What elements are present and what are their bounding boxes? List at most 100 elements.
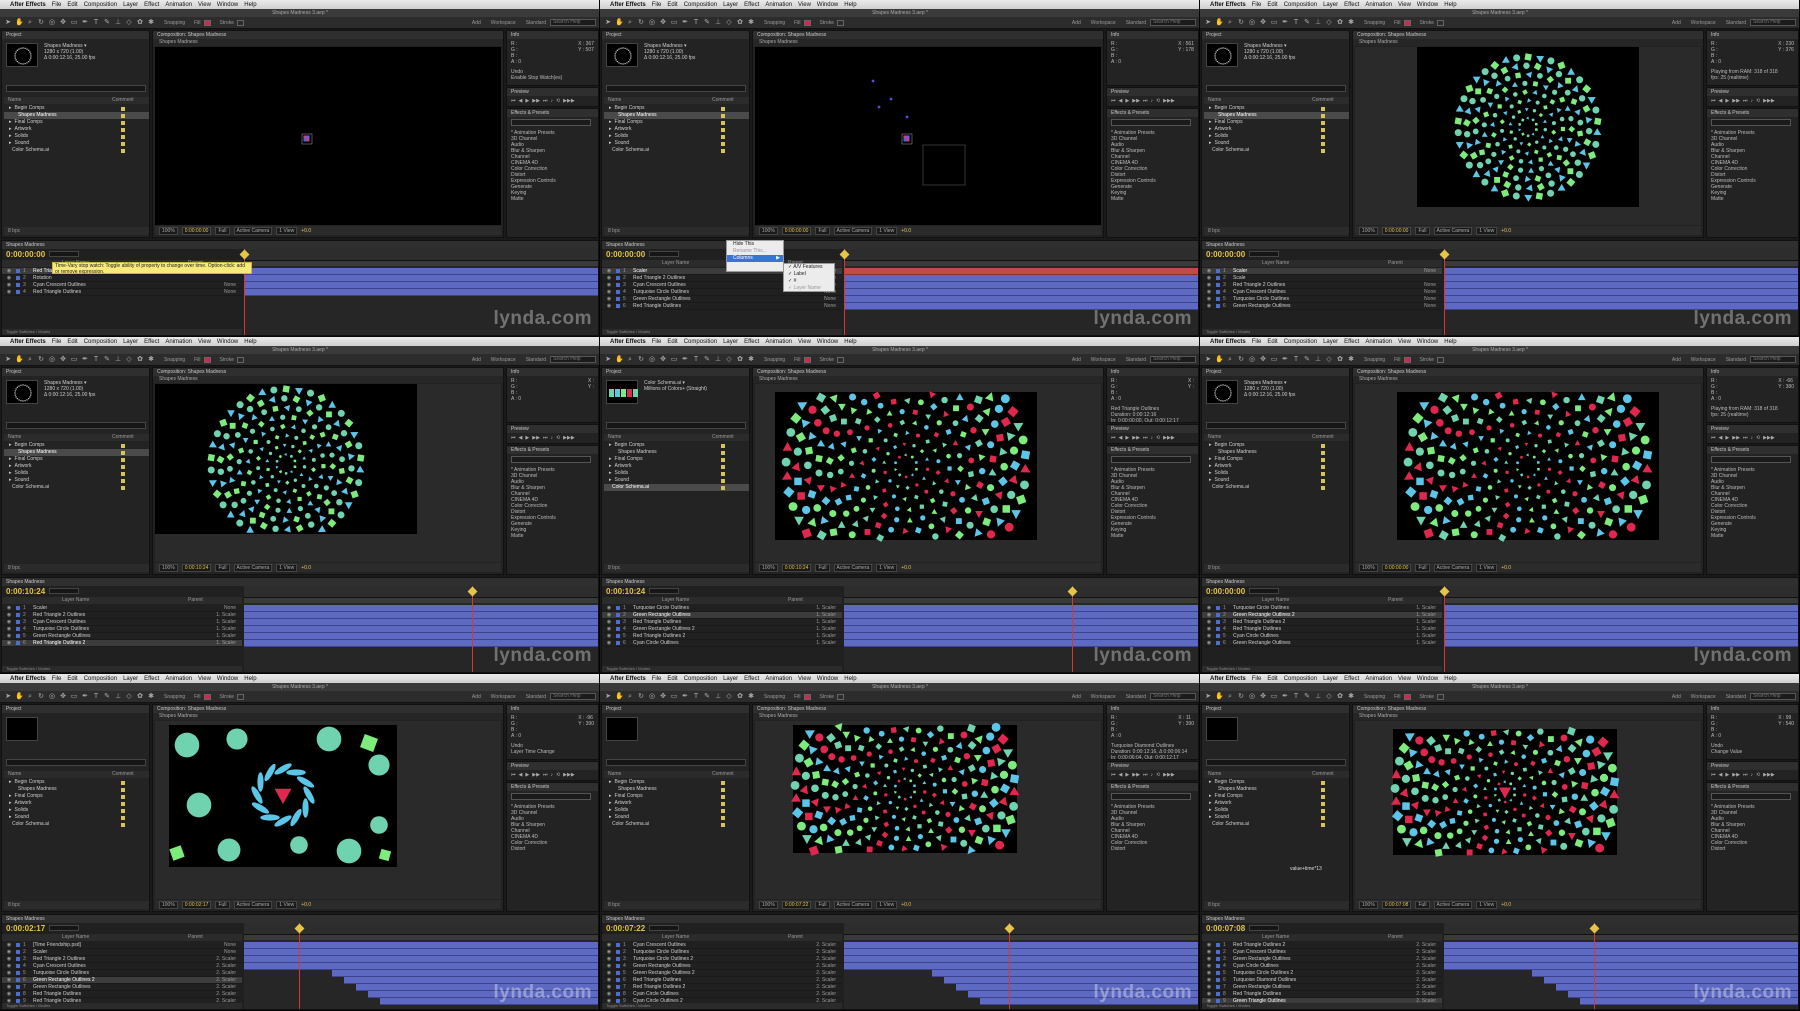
timeline-search-input[interactable] [49,925,80,931]
menu-edit[interactable]: Edit [67,676,77,682]
menu-animation[interactable]: Animation [1365,2,1392,8]
add-label[interactable]: Add [1072,20,1081,26]
audio-icon[interactable]: ♪ [1750,98,1753,104]
project-item[interactable]: Color Schema.ai [4,821,149,828]
composition-tab[interactable]: Composition: Shapes Madness [1353,368,1703,376]
camera-select[interactable]: Active Camera [233,226,273,235]
last-frame-icon[interactable]: ⏭ [1743,772,1748,778]
composition-viewer[interactable] [755,47,1101,225]
parent-select[interactable]: 2. Scaler [816,970,842,976]
timeline-layer-row[interactable]: ◉ 4 Cyan Crescent Outlines None [1202,289,1442,296]
layer-label-color[interactable] [616,992,620,996]
visibility-eye-icon[interactable]: ◉ [1202,275,1216,281]
visibility-eye-icon[interactable]: ◉ [1202,612,1216,618]
current-time-indicator[interactable] [299,923,300,1009]
workspace-select[interactable]: Standard [1726,694,1746,700]
work-area-bar[interactable] [1444,598,1798,603]
play-icon[interactable]: ▶ [1125,435,1129,441]
effects-search-input[interactable] [511,793,591,800]
time-ruler[interactable] [844,249,1198,261]
effect-category[interactable]: Matte [1111,533,1198,539]
ram-preview-icon[interactable]: ▶▶▶ [563,435,575,441]
layer-duration-bar[interactable] [844,619,1198,626]
parent-select[interactable]: 2. Scaler [816,942,842,948]
layer-name[interactable]: Turquoise Diamond Outlines [1233,977,1333,983]
parent-select[interactable]: None [224,289,242,295]
layer-duration-bar[interactable] [844,956,1198,963]
rectangle-tool-icon[interactable]: ▭ [670,693,678,701]
timeline-layer-row[interactable]: ◉ 6 Turquoise Diamond Outlines 2. Scaler [1202,977,1442,984]
layer-name[interactable]: Red Triangle Outlines 2 [33,640,133,646]
column-layer-name[interactable]: Layer Name [1262,260,1289,266]
layer-duration-bar[interactable] [1444,268,1798,275]
label-color-swatch[interactable] [721,141,725,146]
app-menu[interactable]: After Effects [1210,2,1246,8]
preview-tab[interactable]: Preview [1707,425,1798,433]
camera-tool-icon[interactable]: ◎ [648,356,656,364]
search-help-input[interactable]: Search Help [1750,19,1796,26]
visibility-eye-icon[interactable]: ◉ [2,619,16,625]
preview-tab[interactable]: Preview [507,88,598,96]
project-search-input[interactable] [1206,85,1346,92]
layer-label-color[interactable] [16,985,20,989]
time-ruler[interactable] [1444,923,1798,935]
timeline-layer-row[interactable]: ◉ 1 Turquoise Circle Outlines 1. Scaler [602,605,842,612]
first-frame-icon[interactable]: ⏮ [1711,435,1716,441]
first-frame-icon[interactable]: ⏮ [1711,98,1716,104]
column-parent[interactable]: Parent [1388,260,1403,267]
menu-window[interactable]: Window [217,2,238,8]
layer-name[interactable]: Rotation [33,275,133,281]
project-item[interactable]: ▸ Begin Comps [4,105,149,112]
fill-swatch[interactable] [1403,356,1411,363]
hand-tool-icon[interactable]: ✋ [1215,693,1224,701]
label-color-swatch[interactable] [1321,443,1325,448]
visibility-eye-icon[interactable]: ◉ [2,949,16,955]
menu-effect[interactable]: Effect [744,2,759,8]
hand-tool-icon[interactable]: ✋ [15,19,24,27]
layer-name[interactable]: Cyan Circle Outlines [1233,963,1333,969]
label-color-swatch[interactable] [1321,815,1325,820]
fill-swatch[interactable] [203,19,211,26]
project-item[interactable]: ▸ Begin Comps [1204,442,1349,449]
brush-tool-icon[interactable]: ✎ [103,19,111,27]
parent-select[interactable]: 1. Scaler [216,626,242,632]
disclosure-triangle-icon[interactable]: ▸ [1209,793,1212,800]
magnification-select[interactable]: 100% [1359,226,1378,235]
column-name[interactable]: Name [608,434,621,440]
menu-edit[interactable]: Edit [67,339,77,345]
timeline-footer[interactable]: Toggle Switches / Modes [602,1003,842,1009]
timeline-layer-row[interactable]: ◉ 6 Red Triangle Outlines None [602,303,842,310]
parent-select[interactable]: 1. Scaler [1416,612,1442,618]
pan-behind-tool-icon[interactable]: ✥ [1259,356,1267,364]
info-tab[interactable]: Info [1107,31,1198,39]
effects-search-input[interactable] [1111,456,1191,463]
composition-tab[interactable]: Composition: Shapes Madness [753,705,1103,713]
prev-frame-icon[interactable]: ◀ [519,98,523,104]
menu-composition[interactable]: Composition [684,676,717,682]
layer-label-color[interactable] [1216,276,1220,280]
timeline-layer-row[interactable]: ◉ 7 Red Triangle Outlines 2 2. Scaler [602,984,842,991]
label-color-swatch[interactable] [1321,478,1325,483]
parent-select[interactable]: None [1424,289,1442,295]
rotate-tool-icon[interactable]: ↻ [37,356,45,364]
layer-name[interactable]: Scaler [1233,268,1333,274]
brush-tool-icon[interactable]: ✎ [1303,19,1311,27]
menu-file[interactable]: File [652,676,662,682]
label-color-swatch[interactable] [721,808,725,813]
visibility-eye-icon[interactable]: ◉ [1202,296,1216,302]
stroke-swatch[interactable] [236,693,244,700]
resolution-select[interactable]: Full [815,563,830,572]
column-name[interactable]: Name [608,771,621,777]
project-item[interactable]: ▸ Begin Comps [604,442,749,449]
disclosure-triangle-icon[interactable]: ▸ [9,140,12,147]
next-frame-icon[interactable]: ▶▶ [532,772,540,778]
loop-icon[interactable]: ⟲ [556,772,560,778]
current-time-display[interactable]: 0:00:07:08 [1381,900,1412,909]
stamp-tool-icon[interactable]: ⊥ [1314,693,1322,701]
label-color-swatch[interactable] [721,113,725,118]
project-tab[interactable]: Project [1202,368,1349,376]
label-color-swatch[interactable] [121,113,125,118]
workspace-select[interactable]: Standard [1726,357,1746,363]
first-frame-icon[interactable]: ⏮ [511,98,516,104]
layer-duration-bar[interactable] [1444,296,1798,303]
